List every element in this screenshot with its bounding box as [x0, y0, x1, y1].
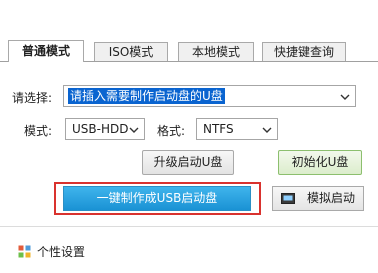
device-label: 请选择:	[12, 91, 53, 105]
simulate-boot-label: 模拟启动	[307, 191, 356, 205]
monitor-icon	[281, 193, 295, 204]
format-select[interactable]: NTFS	[196, 118, 278, 140]
format-label: 格式:	[157, 124, 186, 138]
mode-label: 模式:	[24, 124, 53, 138]
mode-select[interactable]: USB-HDD	[65, 118, 145, 140]
mode-select-value: USB-HDD	[72, 122, 129, 136]
grid-settings-icon	[18, 245, 31, 258]
personal-settings-label: 个性设置	[37, 245, 86, 259]
tab-iso-mode[interactable]: ISO模式	[94, 42, 168, 61]
device-select[interactable]: 请插入需要制作启动盘的U盘	[63, 85, 356, 107]
tab-local-mode[interactable]: 本地模式	[178, 42, 254, 61]
tab-normal-mode[interactable]: 普通模式	[8, 40, 84, 62]
simulate-boot-button[interactable]: 模拟启动	[272, 186, 364, 211]
footer-divider	[0, 226, 378, 227]
make-usb-boot-disk-button[interactable]: 一键制作成USB启动盘	[63, 186, 251, 211]
chevron-down-icon	[129, 127, 139, 133]
initialize-disk-button[interactable]: 初始化U盘	[278, 150, 362, 175]
upgrade-boot-disk-button[interactable]: 升级启动U盘	[142, 150, 234, 175]
tab-bar: 普通模式 ISO模式 本地模式 快捷键查询	[0, 40, 378, 62]
chevron-down-icon	[340, 94, 350, 100]
device-select-value: 请插入需要制作启动盘的U盘	[68, 88, 225, 104]
boot-disk-maker-panel: 普通模式 ISO模式 本地模式 快捷键查询 请选择: 请插入需要制作启动盘的U盘…	[0, 0, 378, 273]
tab-shortcut-query[interactable]: 快捷键查询	[262, 42, 346, 61]
format-select-value: NTFS	[203, 122, 234, 136]
chevron-down-icon	[262, 127, 272, 133]
